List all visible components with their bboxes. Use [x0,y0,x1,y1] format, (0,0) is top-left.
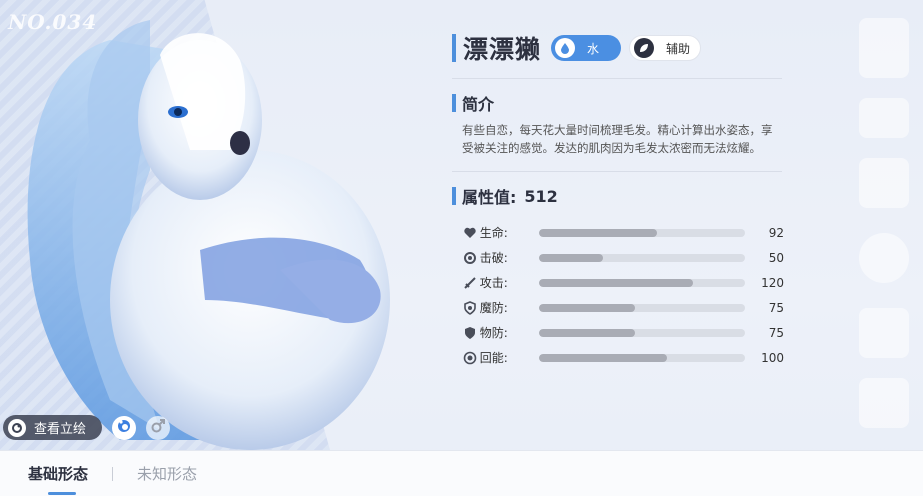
sword-icon [462,275,478,291]
element-chip[interactable]: 水 [551,35,622,61]
role-chip[interactable]: 辅助 [629,35,702,61]
stat-row: 魔防: 75 [452,295,784,320]
stat-label: 攻击: [479,276,508,290]
stat-label: 魔防: [479,301,508,315]
stat-bar-fill [539,253,604,262]
side-decoration [859,18,909,428]
stat-bar-track [539,353,745,362]
stat-bar-fill [539,353,668,362]
stat-bar-track [539,303,745,312]
divider [452,171,782,172]
stat-value: 100 [761,350,784,365]
stat-bar-track [539,278,745,287]
stat-bar-fill [539,278,694,287]
intro-title: 简介 [462,95,495,114]
heart-icon [462,225,478,241]
form-tab-bar: 基础形态 未知形态 [0,450,923,496]
tab-base-form[interactable]: 基础形态 [4,451,112,496]
view-art-label: 查看立绘 [34,422,87,437]
view-art-button[interactable]: 查看立绘 [3,415,102,440]
tab-unknown-form[interactable]: 未知形态 [113,451,221,496]
stat-value: 75 [768,300,784,315]
stat-label: 物防: [479,326,508,340]
title-accent-bar [452,34,456,62]
leaf-icon [634,38,655,58]
intro-text: 有些自恋，每天花大量时间梳理毛发。精心计算出水姿态，享受被关注的感觉。发达的肌肉… [462,123,773,155]
shiny-toggle-icon [116,418,132,438]
shield-icon [462,325,478,341]
stats-heading: 属性值: 512 [452,184,784,208]
energy-icon [462,350,478,366]
stat-row: 攻击: 120 [452,270,784,295]
stat-value: 50 [768,250,784,265]
role-label: 辅助 [666,41,691,56]
stat-label: 生命: [479,226,508,240]
stat-label: 回能: [479,351,508,365]
shiny-toggle-button[interactable] [112,416,136,440]
stat-bar-fill [539,328,636,337]
intro-heading: 简介 [452,91,784,115]
stat-value: 92 [768,225,784,240]
stat-value: 120 [761,275,784,290]
stat-bar-track [539,253,745,262]
magic-shield-icon [462,300,478,316]
pet-name: 漂漂獭 [463,35,542,64]
section-accent-bar [452,187,456,205]
stat-label: 击破: [479,251,508,265]
stats-title: 属性值: [462,188,517,207]
gender-button[interactable] [146,416,170,440]
name-row: 漂漂獭 水 辅助 [452,28,784,68]
stat-bar-fill [539,228,658,237]
stat-row: 物防: 75 [452,320,784,345]
stat-bar-track [539,228,745,237]
water-drop-icon [555,38,576,58]
stat-row: 回能: 100 [452,345,784,370]
stats-total: 512 [524,186,558,206]
male-icon [150,418,166,438]
stat-value: 75 [768,325,784,340]
stat-bar-fill [539,303,636,312]
stat-row: 击破: 50 [452,245,784,270]
section-accent-bar [452,94,456,112]
view-art-icon [8,418,26,437]
stat-row: 生命: 92 [452,220,784,245]
element-label: 水 [587,41,600,56]
divider [452,78,782,79]
stats-list: 生命: 92 击破: 50 攻击: 120 魔防: 75 物防: 75 回能: 100 [452,220,784,370]
creature-illustration [27,20,390,450]
info-panel: 漂漂獭 水 辅助 简介 有些自恋，每天花大量时间梳理毛发。精心计算出水姿态，享受… [452,28,784,370]
burst-icon [462,250,478,266]
stat-bar-track [539,328,745,337]
